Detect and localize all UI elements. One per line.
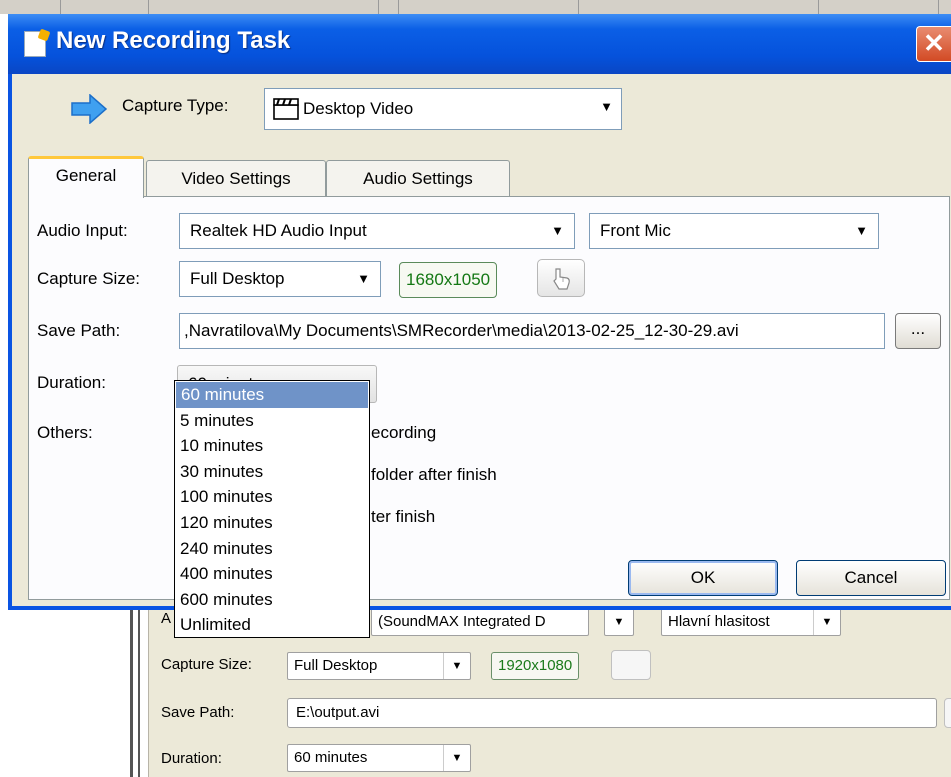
bg-capture-size-value: Full Desktop bbox=[294, 657, 378, 674]
duration-option[interactable]: 240 minutes bbox=[175, 536, 369, 562]
new-task-icon bbox=[24, 31, 46, 57]
cancel-button[interactable]: Cancel bbox=[796, 560, 946, 596]
capture-type-combo[interactable]: Desktop Video ▼ bbox=[264, 88, 622, 130]
tab-general[interactable]: General bbox=[28, 156, 144, 198]
bg-duration-combo[interactable]: 60 minutes ▼ bbox=[287, 744, 471, 772]
capture-type-value: Desktop Video bbox=[303, 99, 414, 118]
bg-audio-device-combo[interactable]: (SoundMAX Integrated D bbox=[371, 608, 589, 636]
duration-option[interactable]: Unlimited bbox=[175, 612, 369, 638]
capture-size-value: Full Desktop bbox=[190, 269, 285, 288]
blue-arrow-icon bbox=[71, 94, 108, 124]
region-picker-button[interactable] bbox=[537, 259, 585, 297]
dialog-titlebar[interactable]: New Recording Task ✕ bbox=[8, 14, 951, 74]
close-button[interactable]: ✕ bbox=[916, 26, 951, 62]
duration-option[interactable]: 100 minutes bbox=[175, 484, 369, 510]
bg-region-picker-button[interactable] bbox=[611, 650, 651, 680]
chevron-down-icon: ▼ bbox=[813, 609, 840, 635]
others-option-2-text[interactable]: folder after finish bbox=[371, 465, 497, 485]
chevron-down-icon: ▼ bbox=[551, 223, 564, 238]
duration-option[interactable]: 600 minutes bbox=[175, 587, 369, 613]
window-border bbox=[138, 600, 140, 777]
chevron-down-icon: ▼ bbox=[600, 99, 613, 114]
chevron-down-icon: ▼ bbox=[855, 223, 868, 238]
tab-audio-settings-label: Audio Settings bbox=[363, 169, 473, 188]
bg-audio-label: A bbox=[161, 610, 172, 627]
capture-size-combo[interactable]: Full Desktop ▼ bbox=[179, 261, 381, 297]
tab-video-settings[interactable]: Video Settings bbox=[146, 160, 326, 198]
bg-browse-button[interactable] bbox=[944, 698, 951, 728]
tab-general-label: General bbox=[55, 166, 117, 185]
others-label: Others: bbox=[37, 423, 93, 442]
others-option-1-text[interactable]: ecording bbox=[371, 423, 436, 443]
bg-capture-size-label: Capture Size: bbox=[161, 656, 252, 673]
capture-type-label: Capture Type: bbox=[122, 96, 229, 115]
chevron-down-icon: ▼ bbox=[357, 271, 370, 286]
bg-audio-device-value: (SoundMAX Integrated D bbox=[378, 613, 546, 630]
new-recording-task-dialog: New Recording Task ✕ Capture Type: Deskt… bbox=[8, 14, 951, 610]
bg-save-path-field[interactable]: E:\output.avi bbox=[287, 698, 937, 728]
audio-line-combo[interactable]: Front Mic ▼ bbox=[589, 213, 879, 249]
background-window-titlebar bbox=[0, 0, 951, 14]
bg-duration-value: 60 minutes bbox=[294, 749, 368, 766]
save-path-field[interactable]: ,Navratilova\My Documents\SMRecorder\med… bbox=[179, 313, 885, 349]
duration-dropdown-list: 60 minutes 5 minutes 10 minutes 30 minut… bbox=[174, 380, 370, 638]
duration-option[interactable]: 400 minutes bbox=[175, 561, 369, 587]
chevron-down-icon: ▼ bbox=[443, 653, 470, 679]
chevron-down-icon: ▼ bbox=[613, 616, 625, 628]
bg-duration-label: Duration: bbox=[161, 750, 222, 767]
tab-audio-settings[interactable]: Audio Settings bbox=[326, 160, 510, 198]
resolution-display: 1680x1050 bbox=[399, 262, 498, 298]
hand-pointer-icon bbox=[553, 268, 570, 290]
window-border bbox=[130, 600, 133, 777]
ok-button[interactable]: OK bbox=[628, 560, 778, 596]
bg-capture-size-combo[interactable]: Full Desktop ▼ bbox=[287, 652, 471, 680]
others-option-3-text[interactable]: ter finish bbox=[371, 507, 435, 527]
bg-resolution-display: 1920x1080 bbox=[491, 652, 580, 680]
duration-option[interactable]: 120 minutes bbox=[175, 510, 369, 536]
duration-option[interactable]: 60 minutes bbox=[176, 382, 368, 408]
chevron-down-icon: ▼ bbox=[443, 745, 470, 771]
dialog-client-area: Capture Type: Desktop Video ▼ General Vi… bbox=[12, 74, 951, 606]
general-settings-panel: Audio Input: Realtek HD Audio Input ▼ Fr… bbox=[28, 196, 950, 600]
bg-audio-line-combo[interactable]: Hlavní hlasitost ▼ bbox=[661, 608, 841, 636]
audio-device-value: Realtek HD Audio Input bbox=[190, 221, 367, 240]
bg-audio-line-value: Hlavní hlasitost bbox=[668, 613, 770, 630]
save-path-label: Save Path: bbox=[37, 321, 121, 340]
duration-option[interactable]: 10 minutes bbox=[175, 433, 369, 459]
capture-size-label: Capture Size: bbox=[37, 269, 140, 288]
bg-audio-device-dropdown[interactable]: ▼ bbox=[604, 608, 634, 636]
audio-device-combo[interactable]: Realtek HD Audio Input ▼ bbox=[179, 213, 575, 249]
bg-save-path-label: Save Path: bbox=[161, 704, 235, 721]
tab-video-settings-label: Video Settings bbox=[181, 169, 291, 188]
clapperboard-icon bbox=[273, 98, 299, 120]
duration-label: Duration: bbox=[37, 373, 106, 392]
close-icon: ✕ bbox=[923, 28, 945, 58]
audio-input-label: Audio Input: bbox=[37, 221, 128, 240]
duration-option[interactable]: 30 minutes bbox=[175, 459, 369, 485]
audio-line-value: Front Mic bbox=[600, 221, 671, 240]
browse-button[interactable]: ... bbox=[895, 313, 941, 349]
dialog-title: New Recording Task bbox=[56, 27, 291, 54]
duration-option[interactable]: 5 minutes bbox=[175, 408, 369, 434]
